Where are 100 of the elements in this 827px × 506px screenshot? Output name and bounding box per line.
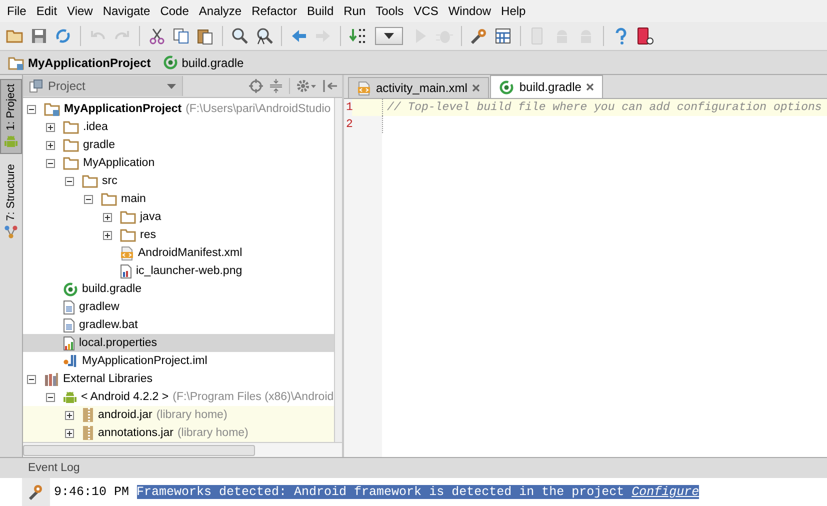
editor-tab[interactable]: activity_main.xml: [348, 77, 490, 98]
collapse-icon[interactable]: [46, 158, 55, 168]
collapse-icon[interactable]: [27, 374, 36, 384]
vertical-scrollbar[interactable]: [334, 98, 342, 442]
close-icon[interactable]: [472, 84, 480, 92]
menu-item[interactable]: Navigate: [98, 4, 156, 18]
tree-item-label: annotations.jar: [98, 427, 174, 439]
tree-item[interactable]: build.gradle: [23, 280, 334, 298]
folder-icon: [101, 192, 117, 206]
menu-item[interactable]: Analyze: [194, 4, 247, 18]
collapse-icon[interactable]: [46, 392, 55, 402]
menu-item[interactable]: View: [62, 4, 98, 18]
folder-icon: [63, 138, 79, 152]
caret-icon: [384, 33, 394, 39]
tree-item[interactable]: MyApplication: [23, 154, 334, 172]
caret-icon: [167, 84, 176, 88]
tree-item-label: .idea: [83, 121, 108, 133]
close-icon[interactable]: [586, 83, 594, 91]
tree-item[interactable]: ic_launcher-web.png: [23, 262, 334, 280]
jar-icon: [82, 425, 94, 441]
expand-icon[interactable]: [103, 212, 112, 222]
tree-item[interactable]: gradlew: [23, 298, 334, 316]
tree-item[interactable]: .idea: [23, 118, 334, 136]
horizontal-scrollbar[interactable]: [23, 444, 255, 456]
path-note: (F:\Program Files (x86)\Android: [172, 391, 334, 403]
log-time: 9:46:10 PM: [54, 485, 130, 499]
tree-item-label: local.properties: [79, 337, 157, 349]
menu-item[interactable]: Build: [302, 4, 339, 18]
expand-icon[interactable]: [46, 122, 55, 132]
breadcrumb[interactable]: build.gradle: [162, 55, 256, 70]
expand-icon[interactable]: [65, 410, 74, 420]
tree-item[interactable]: res: [23, 226, 334, 244]
tree-item[interactable]: MyApplicationProject.iml: [23, 352, 334, 370]
xml-file-icon: [120, 246, 134, 260]
locate-icon[interactable]: [249, 79, 263, 93]
tree-item[interactable]: < Android 4.2.2 > (F:\Program Files (x86)\Android: [23, 388, 334, 406]
menu-item[interactable]: Help: [496, 4, 531, 18]
project-folder-icon: [44, 102, 60, 116]
path-note: (library home): [177, 427, 248, 439]
breadcrumb[interactable]: MyApplicationProject: [8, 56, 163, 70]
folder-icon: [120, 210, 136, 224]
android-icon: [63, 390, 77, 404]
properties-file-icon: [63, 336, 75, 350]
tree-item[interactable]: android.jar (library home): [23, 406, 334, 424]
tool-window-tab[interactable]: 7: Structure: [0, 160, 22, 244]
tree-item-label: AndroidManifest.xml: [138, 247, 242, 259]
menu-item[interactable]: Refactor: [246, 4, 302, 18]
tree-item-label: android.jar: [98, 409, 152, 421]
xml-file-icon: [357, 80, 371, 96]
project-folder-icon: [8, 56, 24, 70]
tree-item[interactable]: AndroidManifest.xml: [23, 244, 334, 262]
hide-panel-icon[interactable]: [322, 79, 338, 93]
tree-item[interactable]: MyApplicationProject (F:\Users\pari\AndroidStudio: [23, 100, 334, 118]
tree-item[interactable]: gradlew.bat: [23, 316, 334, 334]
expand-icon[interactable]: [46, 140, 55, 150]
menu-item[interactable]: Run: [338, 4, 371, 18]
folder-icon: [82, 174, 98, 188]
path-note: (library home): [156, 409, 228, 421]
structure-icon: [4, 225, 18, 240]
tree-item-label: MyApplicationProject: [64, 103, 182, 115]
folder-icon: [63, 120, 79, 134]
tool-window-tab[interactable]: 1: Project: [0, 79, 22, 154]
collapse-icon[interactable]: [27, 104, 36, 114]
expand-icon[interactable]: [103, 230, 112, 240]
menu-item[interactable]: Edit: [31, 4, 62, 18]
tree-item[interactable]: External Libraries: [23, 370, 334, 388]
settings-icon[interactable]: [296, 79, 316, 93]
tree-item[interactable]: local.properties: [23, 334, 334, 352]
menu-item[interactable]: Window: [443, 4, 496, 18]
tree-item-label: gradlew.bat: [79, 319, 138, 331]
wrench-icon[interactable]: [27, 483, 45, 501]
menu-item[interactable]: Tools: [370, 4, 409, 18]
menu-item[interactable]: VCS: [408, 4, 444, 18]
books-icon: [44, 372, 59, 386]
image-file-icon: [120, 264, 132, 278]
view-selector[interactable]: Project: [23, 76, 183, 96]
expand-icon[interactable]: [65, 428, 74, 438]
module-file-icon: [63, 354, 78, 368]
tree-item[interactable]: java: [23, 208, 334, 226]
tree-item-label: gradlew: [79, 301, 120, 313]
jar-icon: [82, 407, 94, 423]
configure-link[interactable]: Configure: [632, 485, 700, 499]
folder-icon: [63, 156, 79, 170]
tree-item[interactable]: gradle: [23, 136, 334, 154]
tree-item[interactable]: src: [23, 172, 334, 190]
text-file-icon: [63, 300, 75, 314]
log-message: Frameworks detected: Android framework is detected in the project Configure: [136, 485, 700, 499]
menu-item[interactable]: File: [2, 4, 32, 18]
line-number: 1: [345, 101, 354, 114]
collapse-icon[interactable]: [65, 176, 74, 186]
run-configuration-dropdown[interactable]: [375, 27, 403, 45]
collapse-icon[interactable]: [84, 194, 93, 204]
collapse-all-icon[interactable]: [269, 79, 283, 93]
tree-item-label: < Android 4.2.2 >: [81, 391, 169, 403]
editor-tab[interactable]: build.gradle: [490, 75, 604, 98]
tree-item[interactable]: annotations.jar (library home): [23, 424, 334, 442]
android-icon: [4, 134, 18, 150]
menu-item[interactable]: Code: [155, 4, 194, 18]
tree-item-label: External Libraries: [63, 373, 152, 385]
tree-item[interactable]: main: [23, 190, 334, 208]
